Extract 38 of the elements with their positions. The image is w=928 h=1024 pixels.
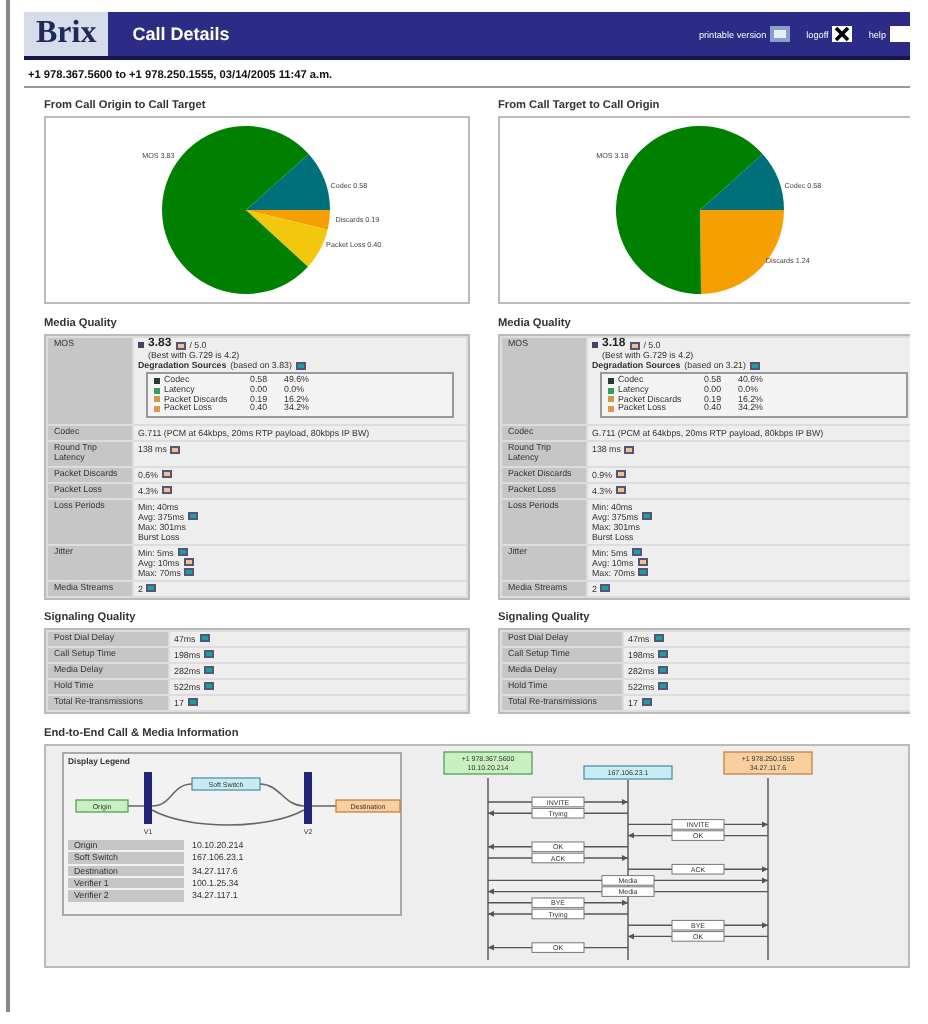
status-flag[interactable] [204, 666, 215, 675]
status-flag[interactable] [653, 634, 664, 643]
status-flag[interactable] [749, 361, 760, 369]
status-flag[interactable] [146, 584, 157, 593]
status-flag[interactable] [624, 445, 635, 454]
square-icon [592, 342, 598, 348]
status-flag[interactable] [177, 548, 188, 557]
status-flag[interactable] [600, 584, 611, 593]
verifier-bar [304, 771, 312, 824]
status-flag[interactable] [175, 341, 186, 349]
status-flag[interactable] [204, 682, 215, 691]
status-flag[interactable] [641, 698, 652, 707]
status-flag[interactable] [616, 486, 627, 495]
status-flag[interactable] [642, 512, 653, 521]
logo: Brix [24, 12, 109, 56]
square-icon [138, 342, 144, 348]
status-flag[interactable] [187, 698, 198, 707]
status-flag[interactable] [631, 548, 642, 557]
status-flag[interactable] [170, 445, 181, 454]
status-flag[interactable] [638, 568, 649, 577]
status-flag[interactable] [162, 486, 173, 495]
verifier-bar [144, 771, 152, 824]
status-flag[interactable] [637, 558, 648, 567]
status-flag[interactable] [184, 568, 195, 577]
page-title: Call Details [132, 24, 230, 44]
status-flag[interactable] [616, 470, 627, 479]
status-flag[interactable] [658, 682, 669, 691]
printer-icon[interactable] [770, 26, 791, 42]
status-flag[interactable] [183, 558, 194, 567]
status-flag[interactable] [629, 341, 640, 349]
close-icon[interactable] [832, 26, 853, 42]
status-flag[interactable] [658, 650, 669, 659]
status-flag[interactable] [162, 470, 173, 479]
status-flag[interactable] [658, 666, 669, 675]
status-flag[interactable] [199, 634, 210, 643]
status-flag[interactable] [188, 512, 199, 521]
status-flag[interactable] [204, 650, 215, 659]
status-flag[interactable] [295, 361, 306, 369]
